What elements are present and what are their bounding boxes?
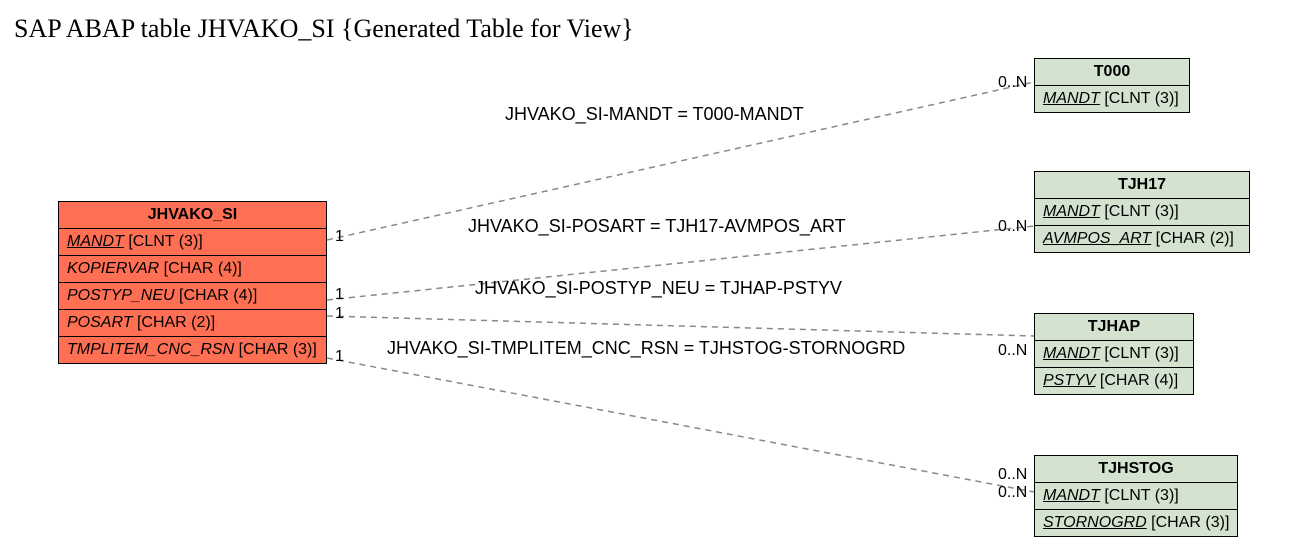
field-name: MANDT (1043, 345, 1100, 362)
field-name: MANDT (67, 233, 124, 250)
field-type: [CLNT (3)] (1104, 203, 1178, 220)
entity-main-row-2: POSTYP_NEU [CHAR (4)] (59, 283, 326, 310)
entity-main-row-0: MANDT [CLNT (3)] (59, 229, 326, 256)
cardinality-right-tjhstog: 0..N (998, 466, 1027, 484)
entity-tjhstog-header: TJHSTOG (1035, 456, 1237, 483)
field-name: TMPLITEM_CNC_RSN (67, 341, 234, 358)
field-name: POSART (67, 314, 133, 331)
entity-tjhstog: TJHSTOG MANDT [CLNT (3)] STORNOGRD [CHAR… (1034, 455, 1238, 537)
field-name: POSTYP_NEU (67, 287, 175, 304)
relation-label-3: JHVAKO_SI-TMPLITEM_CNC_RSN = TJHSTOG-STO… (387, 338, 905, 359)
field-name: AVMPOS_ART (1043, 230, 1151, 247)
entity-tjhstog-row-0: MANDT [CLNT (3)] (1035, 483, 1237, 510)
cardinality-right-tjhap: 0..N (998, 342, 1027, 360)
entity-main-row-3: POSART [CHAR (2)] (59, 310, 326, 337)
field-name: STORNOGRD (1043, 514, 1147, 531)
entity-tjhap: TJHAP MANDT [CLNT (3)] PSTYV [CHAR (4)] (1034, 313, 1194, 395)
entity-t000-header: T000 (1035, 59, 1189, 86)
cardinality-left-3: 1 (335, 348, 344, 366)
entity-tjh17: TJH17 MANDT [CLNT (3)] AVMPOS_ART [CHAR … (1034, 171, 1250, 253)
entity-tjhap-row-1: PSTYV [CHAR (4)] (1035, 368, 1193, 394)
entity-t000: T000 MANDT [CLNT (3)] (1034, 58, 1190, 113)
relation-label-2: JHVAKO_SI-POSTYP_NEU = TJHAP-PSTYV (475, 278, 842, 299)
relation-label-0: JHVAKO_SI-MANDT = T000-MANDT (505, 104, 804, 125)
field-type: [CHAR (2)] (1156, 230, 1234, 247)
entity-tjhap-row-0: MANDT [CLNT (3)] (1035, 341, 1193, 368)
page-title: SAP ABAP table JHVAKO_SI {Generated Tabl… (14, 14, 634, 44)
field-type: [CHAR (4)] (1100, 372, 1178, 389)
entity-main-row-4: TMPLITEM_CNC_RSN [CHAR (3)] (59, 337, 326, 363)
field-type: [CLNT (3)] (1104, 345, 1178, 362)
cardinality-left-0: 1 (335, 228, 344, 246)
field-type: [CLNT (3)] (128, 233, 202, 250)
field-type: [CHAR (4)] (164, 260, 242, 277)
field-type: [CLNT (3)] (1104, 90, 1178, 107)
cardinality-left-2: 1 (335, 305, 344, 323)
field-name: MANDT (1043, 203, 1100, 220)
entity-tjh17-header: TJH17 (1035, 172, 1249, 199)
cardinality-left-1: 1 (335, 286, 344, 304)
field-name: MANDT (1043, 90, 1100, 107)
cardinality-right-0: 0..N (998, 74, 1027, 92)
field-type: [CHAR (2)] (137, 314, 215, 331)
entity-tjh17-row-0: MANDT [CLNT (3)] (1035, 199, 1249, 226)
field-type: [CHAR (3)] (239, 341, 317, 358)
entity-main: JHVAKO_SI MANDT [CLNT (3)] KOPIERVAR [CH… (58, 201, 327, 364)
entity-tjhstog-row-1: STORNOGRD [CHAR (3)] (1035, 510, 1237, 536)
field-name: KOPIERVAR (67, 260, 159, 277)
field-name: MANDT (1043, 487, 1100, 504)
cardinality-right-1: 0..N (998, 218, 1027, 236)
entity-main-header: JHVAKO_SI (59, 202, 326, 229)
field-type: [CLNT (3)] (1104, 487, 1178, 504)
entity-tjh17-row-1: AVMPOS_ART [CHAR (2)] (1035, 226, 1249, 252)
entity-t000-row-0: MANDT [CLNT (3)] (1035, 86, 1189, 112)
field-name: PSTYV (1043, 372, 1095, 389)
cardinality-right-3: 0..N (998, 484, 1027, 502)
relation-label-1: JHVAKO_SI-POSART = TJH17-AVMPOS_ART (468, 216, 846, 237)
entity-tjhap-header: TJHAP (1035, 314, 1193, 341)
field-type: [CHAR (4)] (179, 287, 257, 304)
entity-main-row-1: KOPIERVAR [CHAR (4)] (59, 256, 326, 283)
field-type: [CHAR (3)] (1151, 514, 1229, 531)
